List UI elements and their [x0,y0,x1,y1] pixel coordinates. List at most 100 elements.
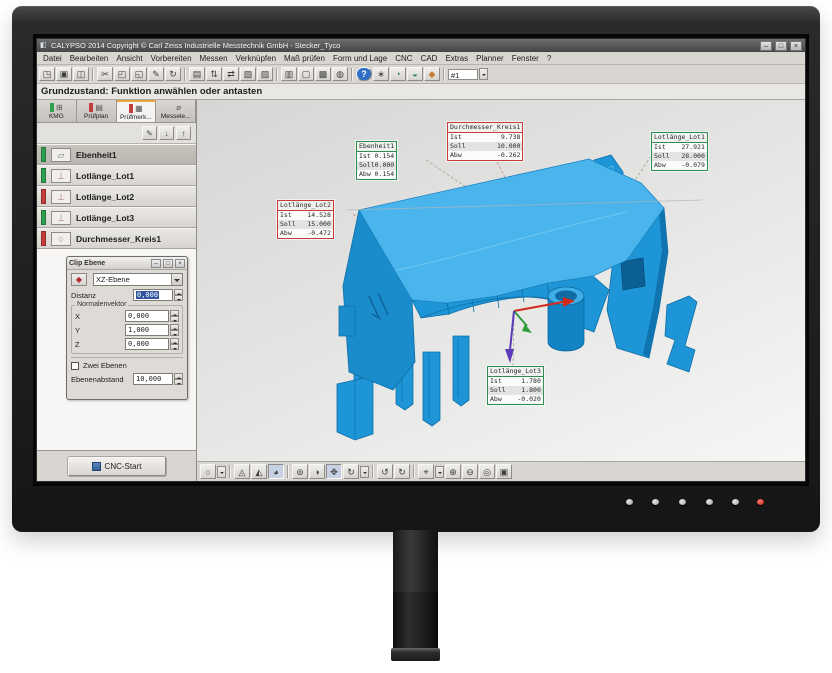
z-field[interactable]: 0,000 [125,338,169,350]
list-item-lotlaenge-lot3[interactable]: ⊥ Lotlänge_Lot3 [37,207,196,228]
x-field[interactable]: 0,000 [125,310,169,322]
clip-ebene-dialog[interactable]: Clip Ebene – □ × ◆ XZ-Ebene [66,256,188,400]
menu-item-datei[interactable]: Datei [39,54,66,63]
zoom-out-icon[interactable]: ⊖ [462,464,478,479]
close-button[interactable]: × [790,41,802,51]
title-bar[interactable]: ◧ CALYPSO 2014 Copyright © Carl Zeiss In… [37,39,805,52]
tab-pruefplan[interactable]: ▤ Prüfplan [77,100,117,122]
soll-value: 28.000 [681,152,704,161]
menu-item-hilfe[interactable]: ? [543,54,555,63]
list-item-lotlaenge-lot1[interactable]: ⊥ Lotlänge_Lot1 [37,165,196,186]
annotation-durchmesser-kreis1[interactable]: Durchmesser_Kreis1 Ist9.738 Soll10.000 A… [447,122,523,161]
hatch-icon[interactable]: ▨ [257,67,273,81]
status-badge [41,231,46,246]
report-icon[interactable]: ▢ [298,67,314,81]
edit-feature-icon[interactable]: ✎ [142,126,157,140]
run-counter-input[interactable]: #1 [448,69,478,80]
open-icon[interactable]: ▣ [56,67,72,81]
menu-item-verknuepfen[interactable]: Verknüpfen [232,54,280,63]
new-icon[interactable]: ◳ [39,67,55,81]
maximize-button[interactable]: □ [775,41,787,51]
shaded-view-icon[interactable]: ◕ [268,464,284,479]
tab-messelemente[interactable]: ⌀ Messele... [156,100,196,122]
clip-feature-icon[interactable]: ◆ [71,273,87,286]
minimize-button[interactable]: – [760,41,772,51]
annotation-ebenheit1[interactable]: Ebenheit1 Ist0.154 Soll0.000 Abw0.154 [356,141,397,180]
move-up-icon[interactable]: ↑ [176,126,191,140]
dialog-minimize-button[interactable]: – [151,259,161,268]
probe-down-icon[interactable]: ◭ [251,464,267,479]
rotate-cw-icon[interactable]: ↻ [394,464,410,479]
sort-icon[interactable]: ⇅ [206,67,222,81]
search-icon[interactable]: ▤ [189,67,205,81]
cad-import-icon[interactable]: ◔ [390,67,406,81]
menu-item-mass-pruefen[interactable]: Maß prüfen [280,54,329,63]
zoom-in-icon[interactable]: ⊕ [445,464,461,479]
menu-item-fenster[interactable]: Fenster [508,54,543,63]
list-item-durchmesser-kreis1[interactable]: ○ Durchmesser_Kreis1 [37,228,196,249]
dialog-title-bar[interactable]: Clip Ebene – □ × [67,257,187,270]
3d-view[interactable]: Ebenheit1 Ist0.154 Soll0.000 Abw0.154 Du… [197,100,805,461]
print-icon[interactable]: ▥ [281,67,297,81]
half-sphere-icon[interactable]: ◑ [309,464,325,479]
chevron-down-icon[interactable] [217,466,226,478]
plane-select[interactable]: XZ-Ebene [93,273,183,286]
distanz-stepper[interactable] [174,289,183,301]
chevron-down-icon[interactable] [360,466,369,478]
annotation-lotlaenge-lot1[interactable]: Lotlänge_Lot1 Ist27.921 Soll28.000 Abw-0… [651,132,708,171]
grid-icon[interactable]: ▩ [315,67,331,81]
list-item-lotlaenge-lot2[interactable]: ⊥ Lotlänge_Lot2 [37,186,196,207]
pan-icon[interactable]: ✥ [326,464,342,479]
y-stepper[interactable] [170,324,179,336]
cut-icon[interactable]: ✂ [97,67,113,81]
zwei-ebenen-checkbox[interactable] [71,362,79,370]
menu-item-extras[interactable]: Extras [441,54,472,63]
annotation-lotlaenge-lot3[interactable]: Lotlänge_Lot3 Ist1.780 Soll1.800 Abw-0.0… [487,366,544,405]
tab-pruefmerkmale[interactable]: ▦ Prüfmerk... [117,100,157,122]
pick-point-icon[interactable]: ⌖ [418,464,434,479]
x-stepper[interactable] [170,310,179,322]
counter-dropdown-icon[interactable] [479,68,488,80]
paste-icon[interactable]: ◱ [131,67,147,81]
probe-icon[interactable]: ∗ [373,67,389,81]
annotation-lotlaenge-lot2[interactable]: Lotlänge_Lot2 Ist14.528 Soll15.000 Abw-0… [277,200,334,239]
rotate-view-icon[interactable]: ↻ [343,464,359,479]
z-stepper[interactable] [170,338,179,350]
network-icon[interactable]: ◍ [332,67,348,81]
menu-item-vorbereiten[interactable]: Vorbereiten [147,54,196,63]
ebenenabstand-stepper[interactable] [174,373,183,385]
distanz-field[interactable]: 0,000 [133,289,173,301]
circle-select-icon[interactable]: ○ [200,464,216,479]
zoom-window-icon[interactable]: ◎ [479,464,495,479]
refresh-icon[interactable]: ↻ [165,67,181,81]
menu-item-messen[interactable]: Messen [196,54,232,63]
menu-item-ansicht[interactable]: Ansicht [112,54,146,63]
menu-item-planner[interactable]: Planner [472,54,508,63]
copy-icon[interactable]: ◰ [114,67,130,81]
chevron-down-icon[interactable] [435,466,444,478]
probe-up-icon[interactable]: ◬ [234,464,250,479]
dialog-maximize-button[interactable]: □ [163,259,173,268]
swap-icon[interactable]: ⇄ [223,67,239,81]
target-icon[interactable]: ⊚ [292,464,308,479]
menu-item-bearbeiten[interactable]: Bearbeiten [66,54,113,63]
pattern-icon[interactable]: ▧ [240,67,256,81]
cnc-start-button[interactable]: CNC-Start [68,457,166,476]
cad-view-icon[interactable]: ◒ [407,67,423,81]
ebenenabstand-field[interactable]: 10,000 [133,373,173,385]
save-icon[interactable]: ◫ [73,67,89,81]
y-field[interactable]: 1,000 [125,324,169,336]
zoom-fit-icon[interactable]: ▣ [496,464,512,479]
dialog-close-button[interactable]: × [175,259,185,268]
rotate-ccw-icon[interactable]: ↺ [377,464,393,479]
tab-kmg[interactable]: ⊞ KMG [37,100,77,122]
stylus-icon[interactable]: ◆ [424,67,440,81]
menu-item-cnc[interactable]: CNC [391,54,416,63]
move-down-icon[interactable]: ↓ [159,126,174,140]
chevron-down-icon[interactable] [171,274,182,285]
help-icon[interactable]: ? [356,67,372,81]
menu-item-form-und-lage[interactable]: Form und Lage [329,54,391,63]
menu-item-cad[interactable]: CAD [417,54,442,63]
edit-icon[interactable]: ✎ [148,67,164,81]
list-item-ebenheit1[interactable]: ▱ Ebenheit1 [37,144,196,165]
